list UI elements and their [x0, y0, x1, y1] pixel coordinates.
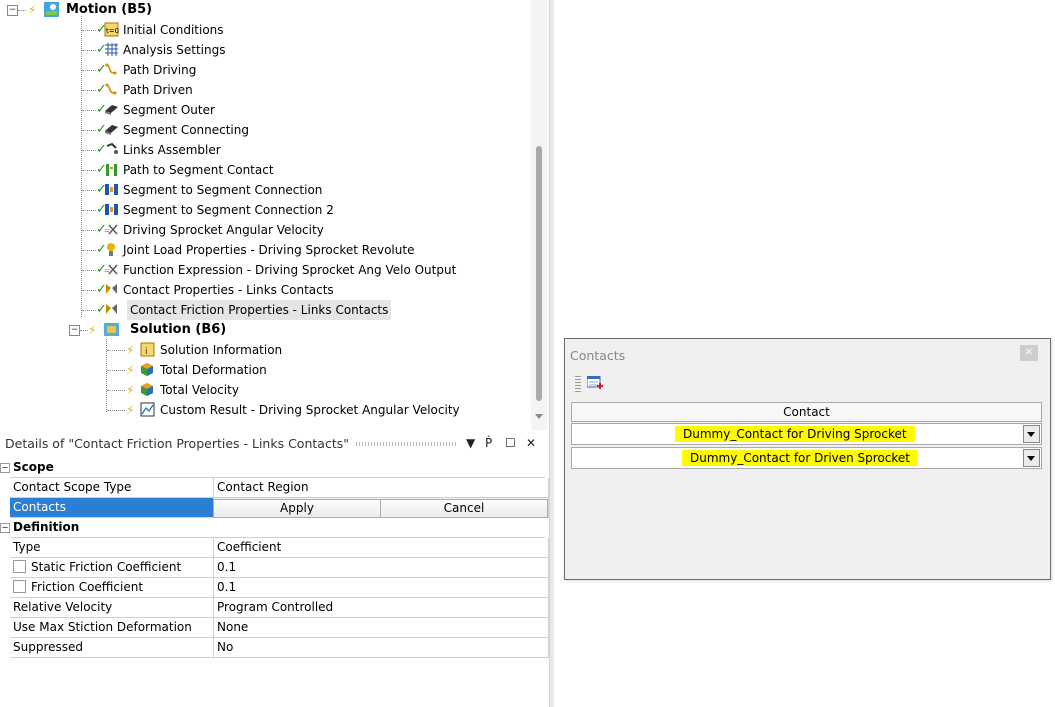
apply-button[interactable]: Apply: [213, 499, 381, 518]
connection-icon: [105, 184, 118, 195]
path-icon: [105, 83, 117, 95]
row-type[interactable]: Type Coefficient: [0, 538, 549, 558]
dropdown-button[interactable]: [1023, 425, 1040, 443]
panel-grip[interactable]: [356, 442, 458, 446]
contact-column-header[interactable]: Contact: [571, 402, 1042, 422]
pin-icon[interactable]: Ṗ: [485, 436, 492, 450]
row-use-max-stiction-deformation[interactable]: Use Max Stiction Deformation None: [0, 618, 549, 638]
solution-icon: [104, 323, 119, 336]
parameter-checkbox[interactable]: [13, 580, 26, 593]
left-pane: − ⚡ Motion (B5) ✓ t=0 Initial Conditions…: [0, 0, 551, 707]
tree-branch-line: [81, 16, 82, 317]
lightning-icon: ⚡: [28, 3, 37, 17]
section-scope[interactable]: − Scope: [0, 458, 549, 478]
path-icon: [105, 63, 117, 75]
close-icon[interactable]: ✕: [526, 436, 536, 450]
row-friction-coefficient[interactable]: Friction Coefficient 0.1: [0, 578, 549, 598]
collapse-icon[interactable]: −: [0, 523, 10, 533]
details-title: Details of "Contact Friction Properties …: [5, 436, 349, 451]
contact-properties-icon: [106, 284, 117, 294]
contact-row[interactable]: Dummy_Contact for Driven Sprocket: [571, 447, 1042, 469]
result-cube-icon: [141, 383, 153, 396]
parameter-checkbox[interactable]: [13, 560, 26, 573]
lightning-icon: ⚡: [88, 323, 97, 337]
add-row-icon[interactable]: [587, 376, 603, 390]
scroll-down-arrow-icon[interactable]: [535, 414, 543, 419]
collapse-toggle[interactable]: −: [69, 325, 80, 336]
row-relative-velocity[interactable]: Relative Velocity Program Controlled: [0, 598, 549, 618]
row-suppressed[interactable]: Suppressed No: [0, 638, 549, 658]
contact-value[interactable]: Dummy_Contact for Driving Sprocket: [675, 426, 915, 442]
result-cube-icon: [141, 363, 153, 376]
segment-icon: [105, 125, 118, 135]
lightning-icon: ⚡: [126, 383, 135, 397]
connection-icon: [105, 204, 118, 215]
analysis-settings-icon: [105, 43, 118, 56]
contacts-dialog: Contacts ✕ Contact Dummy_Contact for Dri…: [564, 338, 1051, 580]
svg-text:i: i: [145, 347, 148, 357]
function-icon: =: [104, 264, 118, 275]
toolbar-grip: [575, 376, 581, 392]
chart-result-icon: [140, 402, 155, 417]
lightning-icon: ⚡: [126, 343, 135, 357]
collapse-toggle[interactable]: −: [7, 5, 18, 16]
section-definition[interactable]: − Definition: [0, 518, 549, 538]
dropdown-button[interactable]: [1023, 449, 1040, 467]
dialog-title: Contacts: [570, 348, 626, 363]
contact-icon: [106, 164, 117, 176]
collapse-icon[interactable]: −: [0, 463, 10, 473]
lightning-icon: ⚡: [126, 363, 135, 377]
initial-conditions-icon: t=0: [104, 22, 119, 37]
close-icon[interactable]: ✕: [1020, 345, 1038, 361]
assembler-icon: [106, 142, 118, 154]
details-panel-header: Details of "Contact Friction Properties …: [0, 432, 549, 456]
cancel-button[interactable]: Cancel: [380, 499, 548, 518]
contact-row[interactable]: Dummy_Contact for Driving Sprocket: [571, 423, 1042, 445]
row-static-friction-coefficient[interactable]: Static Friction Coefficient 0.1: [0, 558, 549, 578]
row-contact-scope-type[interactable]: Contact Scope Type Contact Region: [0, 478, 549, 498]
tree-scrollbar[interactable]: [531, 0, 547, 430]
contact-value[interactable]: Dummy_Contact for Driven Sprocket: [682, 450, 919, 466]
contact-properties-icon: [106, 304, 117, 314]
dropdown-arrow-icon[interactable]: ▼: [466, 436, 475, 450]
svg-text:t=0: t=0: [106, 27, 119, 35]
function-icon: =: [104, 224, 118, 235]
joint-load-icon: [107, 243, 115, 256]
solution-information-icon: i: [140, 342, 155, 357]
pane-splitter[interactable]: [549, 0, 554, 707]
segment-icon: [105, 105, 118, 115]
lightning-icon: ⚡: [126, 403, 135, 417]
maximize-icon[interactable]: ☐: [505, 436, 516, 450]
row-contacts[interactable]: Contacts Apply Cancel: [0, 498, 549, 518]
motion-system-icon: [44, 2, 59, 17]
dialog-toolbar: [571, 373, 611, 395]
scrollbar-thumb[interactable]: [536, 146, 542, 401]
outline-tree: − ⚡ Motion (B5) ✓ t=0 Initial Conditions…: [0, 0, 530, 430]
